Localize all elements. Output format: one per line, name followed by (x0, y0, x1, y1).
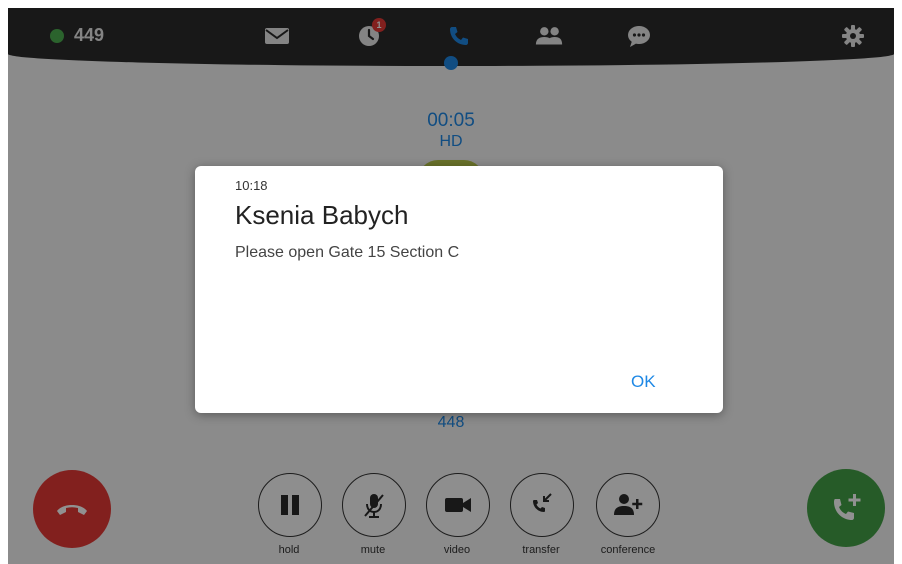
sender-name: Ksenia Babych (235, 200, 409, 230)
message-text: Please open Gate 15 Section C (235, 244, 460, 261)
message-time: 10:18 (235, 178, 268, 193)
ok-button[interactable]: OK (625, 370, 662, 394)
message-dialog: 10:18 Ksenia Babych Please open Gate 15 … (195, 166, 723, 413)
